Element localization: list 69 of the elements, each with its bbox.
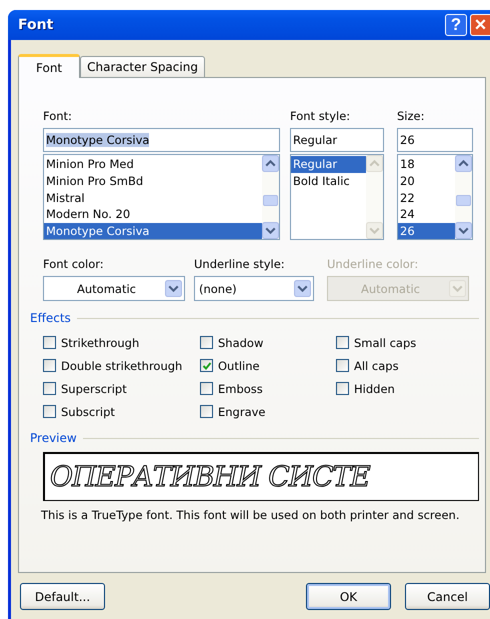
list-box[interactable]: Minion Pro Med Minion Pro SmBd Mistral Modern No. 20 Monotype Corsiva: [43, 154, 280, 240]
field-label: Underline color:: [327, 257, 420, 273]
group-title: Effects: [30, 311, 71, 325]
caret-icon: [294, 279, 311, 298]
preview-box: ОПЕРАТИВНИ СИСТЕ: [43, 452, 479, 501]
checkbox[interactable]: Shadow: [200, 333, 336, 352]
group-title: Preview: [30, 431, 77, 445]
field-label: Font style:: [290, 109, 352, 125]
checkbox-box[interactable]: [43, 382, 56, 395]
checkbox[interactable]: Double strikethrough: [43, 356, 200, 375]
checkbox-box[interactable]: [200, 359, 213, 372]
field-label: Size:: [397, 109, 426, 125]
checkbox[interactable]: All caps: [336, 356, 416, 375]
help-button[interactable]: ?: [445, 14, 467, 36]
checkbox-box[interactable]: [200, 405, 213, 418]
dropdown[interactable]: Automatic: [43, 276, 185, 301]
field-label: Font:: [43, 109, 73, 125]
input-field[interactable]: Regular: [290, 128, 384, 152]
list-item[interactable]: Minion Pro Med: [44, 156, 262, 173]
list-item[interactable]: Regular: [291, 156, 366, 173]
window-title: Font: [18, 17, 54, 33]
list-item[interactable]: Bold Italic: [291, 172, 366, 190]
list-item[interactable]: 20: [398, 172, 455, 190]
checkbox-box[interactable]: [43, 405, 56, 418]
scroll-up-icon[interactable]: [262, 155, 279, 172]
list-item[interactable]: Mistral: [44, 190, 262, 206]
checkbox-box[interactable]: [200, 382, 213, 395]
list-item[interactable]: Modern No. 20: [44, 206, 262, 224]
list-item[interactable]: Monotype Corsiva: [44, 223, 262, 239]
checkbox-box[interactable]: [336, 382, 349, 395]
scroll-thumb[interactable]: [456, 195, 471, 206]
field-label: Font color:: [43, 257, 105, 273]
dialog-button[interactable]: Default...: [20, 583, 105, 610]
tab[interactable]: Character Spacing: [80, 56, 205, 77]
checkbox[interactable]: Strikethrough: [43, 333, 200, 352]
checkbox[interactable]: Engrave: [200, 402, 336, 421]
checkbox-box[interactable]: [336, 359, 349, 372]
close-button[interactable]: ×: [470, 14, 490, 36]
input-field[interactable]: Monotype Corsiva: [43, 128, 280, 152]
dialog-button[interactable]: Cancel: [405, 583, 490, 610]
checkbox[interactable]: Small caps: [336, 333, 416, 352]
font-description: This is a TrueType font. This font will be used on both printer and screen.: [41, 508, 460, 522]
caret-icon: [449, 279, 466, 298]
field-label: Underline style:: [194, 257, 286, 273]
list-item[interactable]: 22: [398, 190, 455, 206]
scroll-down-icon[interactable]: [455, 222, 472, 239]
scroll-down-icon[interactable]: [262, 222, 279, 239]
checkbox[interactable]: Hidden: [336, 379, 416, 398]
checkbox[interactable]: Superscript: [43, 379, 200, 398]
checkbox[interactable]: Emboss: [200, 379, 336, 398]
list-box[interactable]: 18 20 22 24 26: [397, 154, 473, 240]
dropdown[interactable]: (none): [194, 276, 314, 301]
input-field[interactable]: 26: [397, 128, 473, 152]
checkbox[interactable]: Subscript: [43, 402, 200, 421]
checkbox-box[interactable]: [43, 359, 56, 372]
tab[interactable]: Font: [18, 54, 80, 78]
list-item[interactable]: 26: [398, 223, 455, 239]
checkbox[interactable]: Outline: [200, 356, 336, 375]
list-item[interactable]: 24: [398, 206, 455, 224]
scroll-up-icon[interactable]: [455, 155, 472, 172]
list-item[interactable]: 18: [398, 156, 455, 173]
checkbox-box[interactable]: [336, 336, 349, 349]
list-item[interactable]: Minion Pro SmBd: [44, 172, 262, 190]
checkbox-box[interactable]: [43, 336, 56, 349]
dialog-button[interactable]: OK: [306, 583, 391, 610]
caret-icon: [165, 279, 182, 298]
scroll-thumb[interactable]: [263, 195, 278, 206]
checkbox-box[interactable]: [200, 336, 213, 349]
list-box[interactable]: Regular Bold Italic: [290, 154, 384, 240]
